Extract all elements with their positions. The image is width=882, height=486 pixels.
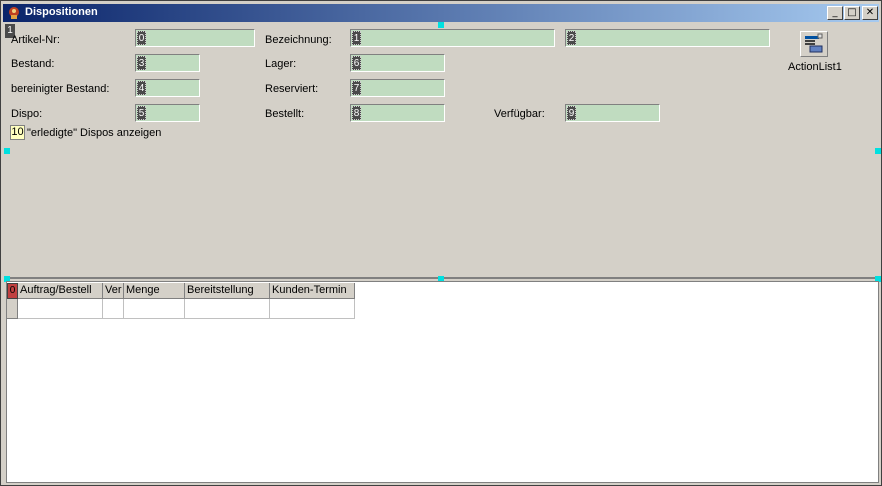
grid-cell[interactable] — [124, 299, 185, 319]
dispositionen-window: Dispositionen _ □ ✕ 1 Artikel-Nr: 0 Beze… — [0, 0, 882, 486]
grid-header-auftrag[interactable]: Auftrag/Bestell — [18, 283, 103, 299]
grid-cell[interactable] — [270, 299, 355, 319]
minimize-button[interactable]: _ — [827, 6, 843, 20]
bezeichnung-field[interactable]: 1 — [350, 29, 555, 47]
grid-header-ver[interactable]: Ver — [103, 283, 124, 299]
field-index: 8 — [352, 106, 361, 120]
field-index: 0 — [137, 31, 146, 45]
verfuegbar-field[interactable]: 9 — [565, 104, 660, 122]
grid-header-bereitstellung[interactable]: Bereitstellung — [185, 283, 270, 299]
app-icon — [9, 7, 19, 19]
window-title: Dispositionen — [25, 6, 98, 18]
grid-header-kunden-termin[interactable]: Kunden-Termin — [270, 283, 355, 299]
artikel-nr-field[interactable]: 0 — [135, 29, 255, 47]
maximize-button[interactable]: □ — [844, 6, 860, 20]
actionlist-glyph-icon — [805, 33, 823, 53]
dispositions-grid[interactable]: 0 Auftrag/Bestell Ver Menge Bereitstellu… — [6, 281, 879, 483]
lager-field[interactable]: 6 — [350, 54, 445, 72]
close-button[interactable]: ✕ — [862, 6, 878, 20]
erledigte-checkbox[interactable]: 10 — [10, 125, 25, 140]
field-index: 7 — [352, 81, 361, 95]
reserviert-field[interactable]: 7 — [350, 79, 445, 97]
selection-handle-top[interactable] — [438, 22, 444, 28]
reserviert-label: Reserviert: — [265, 83, 319, 95]
field-index: 4 — [137, 81, 146, 95]
bestellt-field[interactable]: 8 — [350, 104, 445, 122]
grid-cell[interactable] — [103, 299, 124, 319]
grid-header-menge[interactable]: Menge — [124, 283, 185, 299]
dispo-field[interactable]: 5 — [135, 104, 200, 122]
grid-row-indicator[interactable]: 0 — [7, 283, 18, 299]
actionlist-icon[interactable] — [800, 31, 828, 57]
field-index: 9 — [567, 106, 576, 120]
dispo-label: Dispo: — [11, 108, 43, 120]
selection-handle-left[interactable] — [4, 148, 10, 154]
field-index: 3 — [137, 56, 146, 70]
field-index: 5 — [137, 106, 146, 120]
bezeichnung2-field[interactable]: 2 — [565, 29, 770, 47]
artikel-nr-label: Artikel-Nr: — [11, 34, 60, 46]
lager-label: Lager: — [265, 58, 297, 70]
verfuegbar-label: Verfügbar: — [494, 108, 545, 120]
field-index: 1 — [352, 31, 361, 45]
bereinigter-bestand-label: bereinigter Bestand: — [11, 83, 110, 95]
field-index: 2 — [567, 31, 576, 45]
title-bar[interactable]: Dispositionen _ □ ✕ — [3, 4, 879, 22]
bezeichnung-label: Bezeichnung: — [265, 34, 332, 46]
bestand-field[interactable]: 3 — [135, 54, 200, 72]
erledigte-label: "erledigte" Dispos anzeigen — [27, 127, 162, 139]
selection-handle-right[interactable] — [875, 148, 881, 154]
grid-cell[interactable] — [18, 299, 103, 319]
field-index: 6 — [352, 56, 361, 70]
bestellt-label: Bestellt: — [265, 108, 305, 120]
bestand-label: Bestand: — [11, 58, 55, 70]
grid-row-selector[interactable] — [7, 299, 18, 319]
actionlist-label: ActionList1 — [788, 61, 842, 73]
bereinigter-bestand-field[interactable]: 4 — [135, 79, 200, 97]
grid-cell[interactable] — [185, 299, 270, 319]
